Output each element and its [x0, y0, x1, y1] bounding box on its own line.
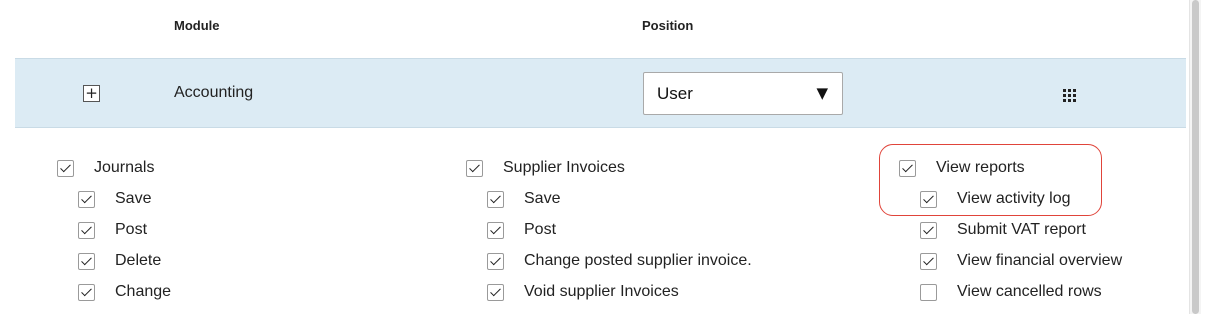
expand-button[interactable]: + — [83, 85, 100, 102]
checkbox-journals-save[interactable] — [78, 190, 95, 208]
checkbox-view-financial-overview[interactable] — [920, 252, 937, 270]
permission-journals-delete[interactable]: Delete — [78, 251, 161, 271]
permission-supplier-post[interactable]: Post — [487, 220, 556, 240]
permission-view-reports[interactable]: View reports — [899, 158, 1025, 178]
permission-supplier-invoices[interactable]: Supplier Invoices — [466, 158, 625, 178]
checkbox-supplier-change-posted[interactable] — [487, 252, 504, 270]
permission-label: Post — [115, 221, 148, 238]
position-select-value: User — [657, 84, 693, 103]
permission-journals-save[interactable]: Save — [78, 189, 151, 209]
checkbox-view-reports[interactable] — [899, 159, 916, 177]
table-header: Module Position — [0, 0, 1186, 58]
permission-supplier-void[interactable]: Void supplier Invoices — [487, 282, 679, 302]
checkbox-supplier-void[interactable] — [487, 283, 504, 301]
checkbox-submit-vat-report[interactable] — [920, 221, 937, 239]
permission-label: Change posted supplier invoice. — [524, 252, 752, 269]
permission-label: Delete — [115, 252, 162, 269]
checkbox-journals-post[interactable] — [78, 221, 95, 239]
checkbox-supplier-post[interactable] — [487, 221, 504, 239]
permission-label: Submit VAT report — [957, 221, 1086, 238]
module-name: Accounting — [174, 84, 254, 101]
checkbox-journals-change[interactable] — [78, 283, 95, 301]
position-select[interactable]: User ▼ — [643, 72, 843, 115]
vertical-scrollbar[interactable] — [1189, 0, 1201, 314]
checkbox-journals[interactable] — [57, 159, 74, 177]
checkbox-supplier-save[interactable] — [487, 190, 504, 208]
checkbox-view-cancelled-rows[interactable] — [920, 283, 937, 301]
column-header-position: Position — [642, 18, 694, 33]
module-row-accounting: + Accounting User ▼ — [15, 58, 1186, 128]
permission-view-financial-overview[interactable]: View financial overview — [920, 251, 1122, 271]
permission-label: Save — [524, 190, 561, 207]
grid-dots-icon[interactable] — [1063, 89, 1076, 102]
permission-label: View reports — [936, 159, 1025, 176]
permission-journals-post[interactable]: Post — [78, 220, 147, 240]
permission-view-activity-log[interactable]: View activity log — [920, 189, 1071, 209]
permission-label: View activity log — [957, 190, 1071, 207]
permission-view-cancelled-rows[interactable]: View cancelled rows — [920, 282, 1102, 302]
scrollbar-thumb[interactable] — [1192, 0, 1199, 314]
permission-journals[interactable]: Journals — [57, 158, 154, 178]
permission-journals-change[interactable]: Change — [78, 282, 171, 302]
permission-label: Change — [115, 283, 172, 300]
checkbox-journals-delete[interactable] — [78, 252, 95, 270]
permission-label: Post — [524, 221, 557, 238]
permission-submit-vat-report[interactable]: Submit VAT report — [920, 220, 1086, 240]
checkbox-view-activity-log[interactable] — [920, 190, 937, 208]
permission-label: Void supplier Invoices — [524, 283, 679, 300]
permission-supplier-change-posted[interactable]: Change posted supplier invoice. — [487, 251, 752, 271]
permission-label: View cancelled rows — [957, 283, 1102, 300]
chevron-down-icon: ▼ — [816, 84, 828, 102]
checkbox-supplier-invoices[interactable] — [466, 159, 483, 177]
permission-label: Supplier Invoices — [503, 159, 625, 176]
permission-label: View financial overview — [957, 252, 1123, 269]
column-header-module: Module — [174, 18, 220, 33]
permission-label: Save — [115, 190, 152, 207]
permission-supplier-save[interactable]: Save — [487, 189, 560, 209]
permission-label: Journals — [94, 159, 155, 176]
